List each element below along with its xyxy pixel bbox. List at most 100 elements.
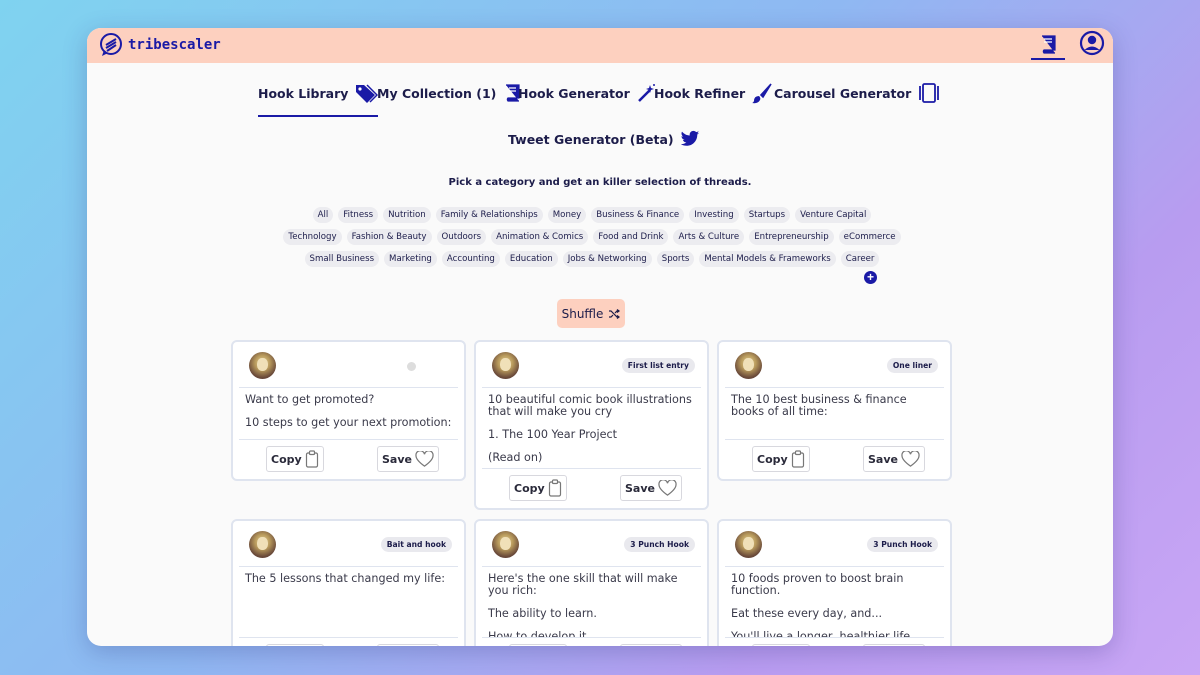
- card-header: First list entry: [482, 342, 701, 388]
- category-instructions: Pick a category and get an killer select…: [448, 177, 752, 188]
- hook-type-badge: 3 Punch Hook: [624, 537, 695, 552]
- copy-button[interactable]: Copy: [752, 644, 810, 646]
- heart-icon: [901, 450, 920, 467]
- tab-tweet-generator-label: Tweet Generator (Beta): [508, 131, 674, 147]
- tab-my-collection[interactable]: My Collection (1): [377, 78, 522, 108]
- save-label: Save: [382, 452, 412, 466]
- heart-icon: [415, 450, 434, 467]
- hook-text-line: 10 beautiful comic book illustrations th…: [488, 393, 692, 418]
- tab-carousel-generator-label: Carousel Generator: [774, 85, 912, 101]
- category-chips-row-1: All Fitness Nutrition Family & Relationship…: [292, 207, 892, 223]
- avatar: [735, 352, 762, 379]
- copy-button[interactable]: Copy: [266, 644, 324, 646]
- hook-text-line: The ability to learn.: [488, 607, 597, 620]
- magic-wand-icon: [637, 84, 655, 102]
- hook-text-line: Eat these every day, and...: [731, 607, 883, 620]
- user-profile-icon[interactable]: [1079, 30, 1105, 56]
- collection-book-icon[interactable]: [1031, 30, 1065, 60]
- save-button[interactable]: Save: [377, 644, 439, 646]
- shuffle-button[interactable]: Shuffle: [557, 299, 625, 328]
- save-button[interactable]: Save: [620, 475, 682, 501]
- category-chip[interactable]: Business & Finance: [591, 207, 685, 223]
- category-chip[interactable]: Outdoors: [436, 229, 487, 245]
- card-body: 10 foods proven to boost brain function.…: [719, 567, 950, 638]
- copy-label: Copy: [514, 481, 545, 495]
- category-chip[interactable]: Nutrition: [383, 207, 431, 223]
- category-chip[interactable]: eCommerce: [838, 229, 901, 245]
- save-label: Save: [625, 481, 655, 495]
- hook-text-line: (Read on): [488, 451, 543, 464]
- save-button[interactable]: Save: [377, 446, 439, 472]
- avatar: [735, 531, 762, 558]
- copy-button[interactable]: Copy: [752, 446, 810, 472]
- tab-hook-generator-label: Hook Generator: [518, 85, 630, 101]
- category-chip[interactable]: Entrepreneurship: [749, 229, 834, 245]
- card-footer: Copy Save: [482, 637, 701, 646]
- hook-type-badge: First list entry: [621, 358, 695, 373]
- tab-hook-library-label: Hook Library: [258, 85, 349, 101]
- hook-card: 3 Punch Hook Here's the one skill that wi…: [474, 519, 709, 646]
- card-header: [239, 342, 458, 388]
- brand-logo[interactable]: tribescaler: [99, 33, 221, 57]
- category-chip[interactable]: Education: [504, 251, 558, 267]
- hook-text-line: 1. The 100 Year Project: [488, 428, 618, 441]
- category-chip[interactable]: Small Business: [304, 251, 380, 267]
- card-footer: Copy Save: [239, 637, 458, 646]
- category-chip[interactable]: Technology: [283, 229, 342, 245]
- hook-card: Bait and hook The 5 lessons that changed …: [231, 519, 466, 646]
- card-header: 3 Punch Hook: [725, 521, 944, 567]
- category-chip[interactable]: Sports: [656, 251, 695, 267]
- save-button[interactable]: Save: [620, 644, 682, 646]
- copy-label: Copy: [757, 452, 788, 466]
- tab-hook-refiner[interactable]: Hook Refiner: [654, 78, 773, 108]
- category-chip[interactable]: Marketing: [384, 251, 437, 267]
- copy-button[interactable]: Copy: [266, 446, 324, 472]
- shuffle-icon: [609, 308, 621, 319]
- category-chip[interactable]: Mental Models & Frameworks: [699, 251, 836, 267]
- tab-hook-generator[interactable]: Hook Generator: [518, 78, 656, 108]
- hook-card: First list entry 10 beautiful comic book …: [474, 340, 709, 510]
- save-label: Save: [868, 452, 898, 466]
- category-chip[interactable]: Animation & Comics: [491, 229, 589, 245]
- category-chip[interactable]: Food and Drink: [593, 229, 669, 245]
- hook-card: Want to get promoted? 10 steps to get you…: [231, 340, 466, 481]
- add-category-icon[interactable]: +: [864, 271, 877, 284]
- tab-my-collection-label: My Collection (1): [377, 85, 497, 101]
- card-footer: Copy Save: [725, 439, 944, 479]
- tab-hook-library[interactable]: Hook Library: [258, 78, 379, 117]
- category-chip[interactable]: Career: [840, 251, 880, 267]
- card-header: One liner: [725, 342, 944, 388]
- avatar: [249, 531, 276, 558]
- hook-text-line: The 5 lessons that changed my life:: [245, 572, 445, 585]
- category-chip[interactable]: Jobs & Networking: [562, 251, 652, 267]
- card-footer: Copy Save: [482, 468, 701, 508]
- category-chip[interactable]: Startups: [743, 207, 791, 223]
- hook-text-line: Here's the one skill that will make you …: [488, 572, 678, 597]
- card-footer: Copy Save: [725, 637, 944, 646]
- category-chip[interactable]: Fashion & Beauty: [346, 229, 432, 245]
- category-chip[interactable]: All: [312, 207, 334, 223]
- tags-icon: [356, 84, 379, 103]
- brand-name: tribescaler: [128, 37, 221, 53]
- category-chip[interactable]: Arts & Culture: [673, 229, 745, 245]
- category-chip[interactable]: Money: [547, 207, 587, 223]
- heart-icon: [658, 479, 677, 496]
- save-button[interactable]: Save: [863, 644, 925, 646]
- category-chip[interactable]: Family & Relationships: [435, 207, 543, 223]
- hook-text-line: 10 steps to get your next promotion:: [245, 416, 452, 429]
- copy-button[interactable]: Copy: [509, 475, 567, 501]
- avatar: [492, 531, 519, 558]
- tab-carousel-generator[interactable]: Carousel Generator: [774, 78, 941, 108]
- shuffle-label: Shuffle: [561, 306, 604, 321]
- tab-tweet-generator[interactable]: Tweet Generator (Beta): [508, 124, 700, 154]
- category-chips-row-2: Technology Fashion & Beauty Outdoors Animat…: [283, 229, 901, 245]
- save-button[interactable]: Save: [863, 446, 925, 472]
- category-chip[interactable]: Venture Capital: [795, 207, 872, 223]
- copy-label: Copy: [271, 452, 302, 466]
- clipboard-icon: [791, 450, 804, 468]
- clipboard-icon: [305, 450, 318, 468]
- category-chip[interactable]: Fitness: [338, 207, 379, 223]
- category-chip[interactable]: Investing: [689, 207, 739, 223]
- category-chip[interactable]: Accounting: [441, 251, 500, 267]
- copy-button[interactable]: Copy: [509, 644, 567, 646]
